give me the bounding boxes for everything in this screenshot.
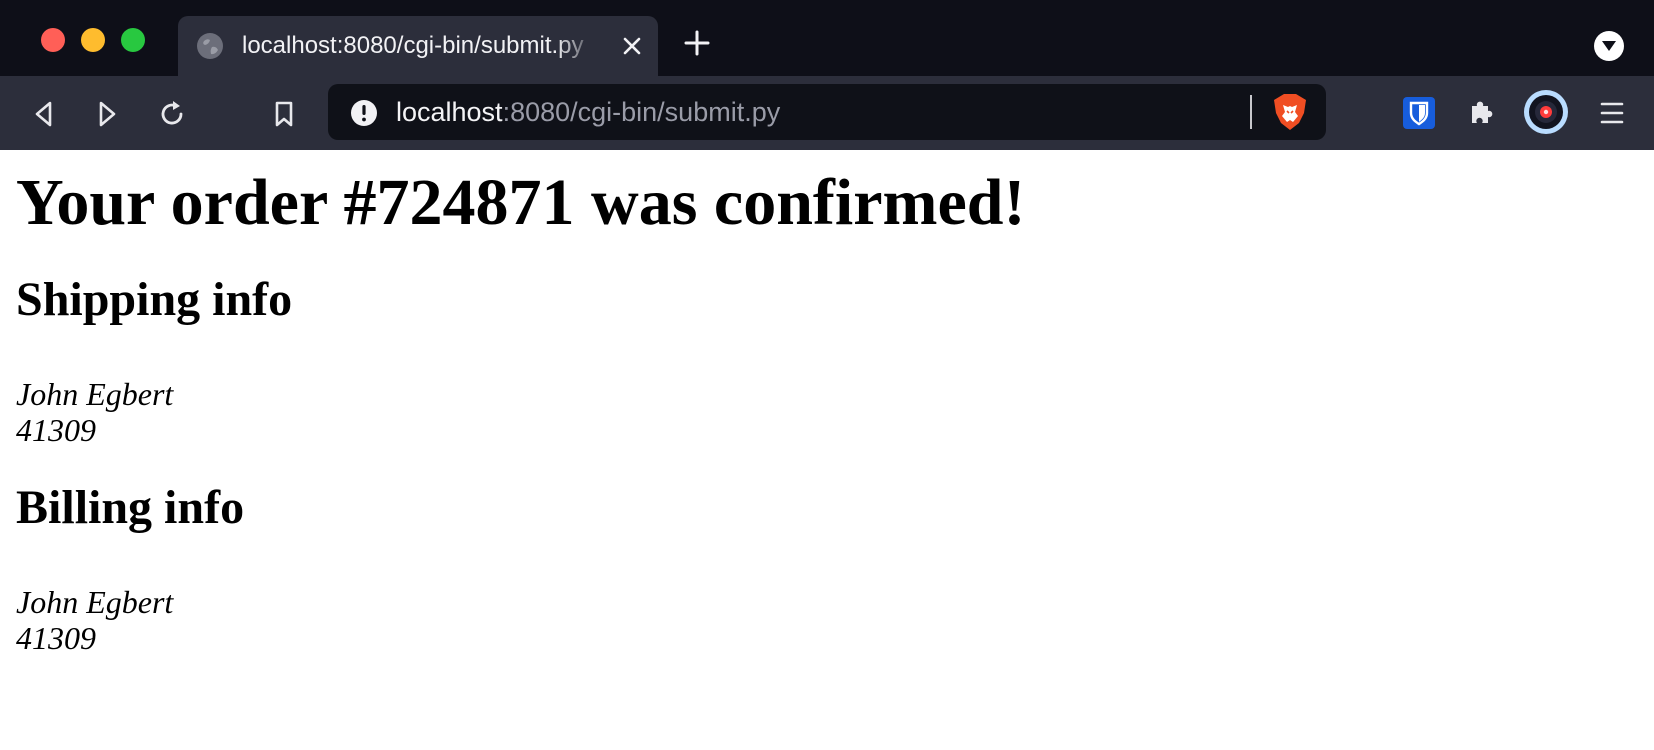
chevron-down-icon: [1602, 41, 1616, 51]
forward-icon[interactable]: [91, 98, 123, 130]
window-minimize-button[interactable]: [81, 28, 105, 52]
back-icon[interactable]: [28, 98, 60, 130]
window-close-button[interactable]: [41, 28, 65, 52]
page-title: Your order #724871 was confirmed!: [16, 166, 1026, 239]
active-tab[interactable]: localhost:8080/cgi-bin/submit.py: [178, 16, 658, 76]
avatar[interactable]: [1524, 90, 1568, 134]
profile-avatar-icon: [1529, 95, 1563, 129]
url-host: localhost: [396, 97, 503, 127]
billing-heading: Billing info: [16, 481, 245, 534]
hamburger-icon[interactable]: [1598, 98, 1626, 128]
window-zoom-button[interactable]: [121, 28, 145, 52]
plus-icon[interactable]: [682, 28, 712, 58]
bookmark-icon[interactable]: [268, 98, 300, 130]
globe-icon: [197, 33, 223, 59]
brave-lion-icon[interactable]: [1272, 93, 1308, 131]
tab-title: localhost:8080/cgi-bin/submit.py: [242, 32, 584, 59]
billing-zip: 41309: [16, 620, 96, 656]
address-bar-url[interactable]: localhost:8080/cgi-bin/submit.py: [396, 96, 780, 128]
shipping-name: John Egbert: [16, 376, 174, 412]
shipping-zip: 41309: [16, 412, 96, 448]
shipping-heading: Shipping info: [16, 273, 293, 326]
reload-icon[interactable]: [156, 98, 188, 130]
address-bar[interactable]: localhost:8080/cgi-bin/submit.py: [328, 84, 1326, 140]
billing-name: John Egbert: [16, 584, 174, 620]
warning-icon[interactable]: [350, 99, 378, 127]
bitwarden-shield-icon[interactable]: [1402, 96, 1436, 130]
url-path: :8080/cgi-bin/submit.py: [502, 97, 781, 127]
puzzle-icon[interactable]: [1466, 96, 1498, 128]
page-content: Your order #724871 was confirmed! Shippi…: [0, 150, 1654, 750]
tab-menu-button[interactable]: [1594, 31, 1624, 61]
close-icon[interactable]: [620, 34, 644, 58]
address-bar-divider: [1250, 95, 1252, 129]
toolbar: localhost:8080/cgi-bin/submit.py: [0, 76, 1654, 150]
tab-strip: localhost:8080/cgi-bin/submit.py: [0, 0, 1654, 76]
